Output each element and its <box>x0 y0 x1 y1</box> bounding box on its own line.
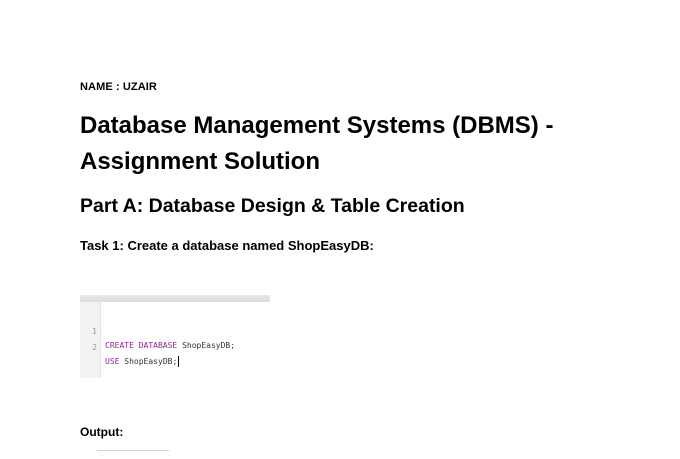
line-number: 2 <box>92 343 97 352</box>
code-text: USE ShopEasyDB; <box>105 355 179 369</box>
code-line: 2 USE ShopEasyDB; <box>80 327 270 367</box>
code-line: 1 CREATE DATABASE ShopEasyDB; <box>80 311 270 350</box>
code-text: CREATE DATABASE ShopEasyDB; <box>105 339 235 353</box>
task-1-heading: Task 1: Create a database named ShopEasy… <box>80 238 374 253</box>
sql-identifier: ShopEasyDB <box>182 341 231 350</box>
author-name: NAME : UZAIR <box>80 81 157 93</box>
sql-terminator: ; <box>172 357 178 366</box>
output-image-edge <box>97 450 169 451</box>
code-editor-toolbar <box>80 295 270 302</box>
sql-terminator: ; <box>230 341 236 350</box>
sql-identifier: ShopEasyDB <box>124 357 173 366</box>
sql-keyword: CREATE DATABASE <box>105 341 178 350</box>
sql-keyword: USE <box>105 357 120 366</box>
text-cursor <box>177 356 179 367</box>
part-a-heading: Part A: Database Design & Table Creation <box>80 195 465 217</box>
document-page: NAME : UZAIR Database Management Systems… <box>0 0 680 459</box>
sql-code-snippet: 1 CREATE DATABASE ShopEasyDB; 2 USE Shop… <box>80 295 270 378</box>
output-label: Output: <box>80 425 124 439</box>
document-title: Database Management Systems (DBMS) - Ass… <box>80 112 554 175</box>
